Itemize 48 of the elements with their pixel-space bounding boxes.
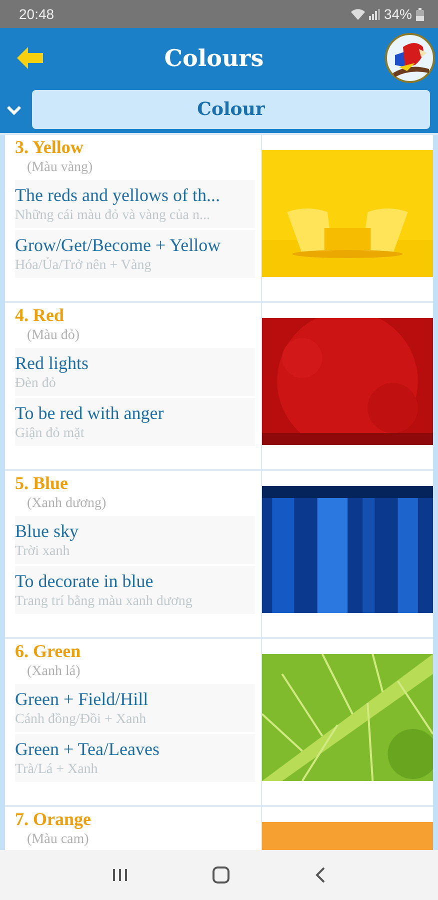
colour-translation: (Màu vàng) [26, 159, 94, 177]
phrase-item[interactable]: Green + Field/Hill Cánh đồng/Đồi + Xanh [15, 684, 255, 732]
back-icon[interactable] [314, 867, 326, 883]
category-dropdown[interactable]: Colour [32, 90, 430, 129]
wifi-icon [350, 8, 365, 20]
recent-apps-icon[interactable] [112, 867, 128, 883]
phrase-item[interactable]: To decorate in blue Trang trí bằng màu xanh dương [15, 566, 255, 614]
colour-heading: 3. Yellow [14, 137, 84, 158]
back-button[interactable] [17, 47, 43, 69]
parrot-logo-icon [384, 33, 435, 83]
status-time: 20:48 [19, 6, 54, 22]
colour-translation: (Xanh lá) [26, 663, 82, 681]
phrase-item[interactable]: To be red with anger Giận đỏ mặt [15, 398, 255, 446]
phrase-text: Grow/Get/Become + Yellow [15, 234, 222, 256]
phrase-translation: Trang trí bằng màu xanh dương [15, 593, 194, 611]
battery-level: 34% [384, 6, 412, 22]
colour-translation: (Màu đỏ) [26, 327, 80, 345]
chevron-down-icon[interactable] [6, 104, 22, 114]
colour-heading: 7. Orange [14, 809, 92, 830]
phrase-translation: Hóa/Ủa/Trở nên + Vàng [15, 256, 152, 275]
phrase-item[interactable]: Green + Tea/Leaves Trà/Lá + Xanh [15, 734, 255, 782]
colour-heading: 5. Blue [14, 473, 70, 494]
screen-title: Colours [164, 44, 264, 72]
phrase-translation: Trời xanh [15, 543, 71, 561]
signal-icon [368, 8, 380, 20]
phrase-item[interactable]: Blue sky Trời xanh [15, 516, 255, 564]
phrase-translation: Trà/Lá + Xanh [15, 761, 99, 779]
colour-translation: (Xanh dương) [26, 495, 108, 513]
phrase-item[interactable]: Grow/Get/Become + Yellow Hóa/Ủa/Trở nên + Vàng [15, 230, 255, 278]
phrase-translation: Những cái màu đỏ và vàng của n... [15, 207, 211, 225]
phrase-translation: Cánh đồng/Đồi + Xanh [15, 711, 148, 729]
phrase-translation: Giận đỏ mặt [15, 425, 86, 443]
phrase-text: Blue sky [15, 520, 80, 542]
phrase-text: To decorate in blue [15, 570, 154, 592]
phrase-item[interactable]: The reds and yellows of th... Những cái màu đỏ và vàng của n... [15, 180, 255, 228]
phrase-text: The reds and yellows of th... [15, 184, 221, 206]
phrase-text: Green + Tea/Leaves [15, 738, 160, 760]
home-icon[interactable] [212, 866, 230, 884]
arrow-icon [17, 47, 43, 69]
phrase-text: Green + Field/Hill [15, 688, 150, 710]
colour-translation: (Màu cam) [26, 831, 90, 849]
phrase-item[interactable]: Red lights Đèn đỏ [15, 348, 255, 396]
phrase-translation: Đèn đỏ [15, 375, 57, 393]
battery-icon [416, 8, 424, 20]
phrase-text: Red lights [15, 352, 90, 374]
colour-heading: 4. Red [14, 305, 65, 326]
colour-heading: 6. Green [14, 641, 82, 662]
phrase-text: To be red with anger [15, 402, 165, 424]
